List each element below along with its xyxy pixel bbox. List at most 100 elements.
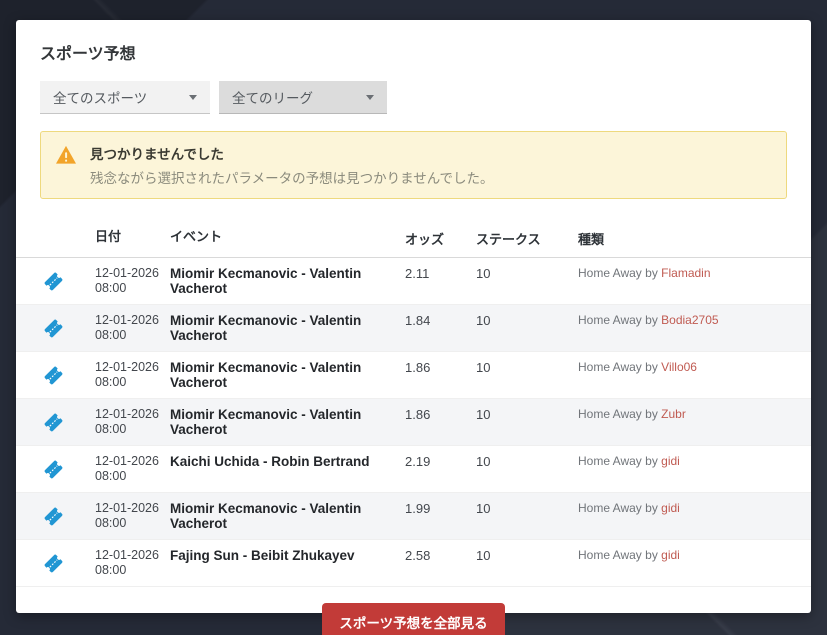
stakes-cell: 10 [476,407,491,422]
event-cell: Kaichi Uchida - Robin Bertrand [170,454,370,469]
date-text: 12-01-2026 [95,407,159,421]
date-text: 12-01-2026 [95,360,159,374]
stakes-cell: 10 [476,501,491,516]
table-row: 12-01-2026 08:00 Fajing Sun - Beibit Zhuk… [16,540,811,587]
stakes-cell: 10 [476,360,491,375]
chevron-down-icon [189,94,197,100]
username-link[interactable]: gidi [661,454,680,468]
type-prefix: Home Away by [578,407,662,421]
alert-text: 見つかりませんでした 残念ながら選択されたパラメータの予想は見つかりませんでした… [90,143,494,187]
username-link[interactable]: Zubr [661,407,686,421]
type-prefix: Home Away by [578,454,662,468]
ticket-icon [44,413,63,431]
ticket-icon [44,319,63,337]
type-cell: Home Away by gidi [578,501,811,515]
stakes-cell: 10 [476,313,491,328]
date-cell: 12-01-2026 08:00 [95,313,170,343]
table-row: 12-01-2026 08:00 Miomir Kecmanovic - Vale… [16,352,811,399]
time-text: 08:00 [95,281,127,295]
date-text: 12-01-2026 [95,266,159,280]
table-row: 12-01-2026 08:00 Miomir Kecmanovic - Vale… [16,493,811,540]
not-found-alert: 見つかりませんでした 残念ながら選択されたパラメータの予想は見つかりませんでした… [40,131,787,199]
type-prefix: Home Away by [578,360,662,374]
ticket-icon [44,460,63,478]
username-link[interactable]: Flamadin [661,266,710,280]
date-text: 12-01-2026 [95,501,159,515]
type-prefix: Home Away by [578,313,662,327]
page-title: スポーツ予想 [40,46,136,63]
ticket-icon [44,507,63,525]
date-cell: 12-01-2026 08:00 [95,454,170,484]
header-date: 日付 [95,229,122,244]
sport-filter-value: 全てのスポーツ [53,91,148,106]
event-cell: Miomir Kecmanovic - Valentin Vacherot [170,266,362,296]
type-cell: Home Away by Zubr [578,407,811,421]
type-prefix: Home Away by [578,266,662,280]
ticket-icon [44,366,63,384]
date-text: 12-01-2026 [95,454,159,468]
stakes-cell: 10 [476,266,491,281]
predictions-table: 日付 イベント オッズ ステークス 種類 12-01-2026 08:00 Mio… [16,221,811,587]
table-row: 12-01-2026 08:00 Kaichi Uchida - Robin Be… [16,446,811,493]
icon-cell [16,507,95,526]
odds-cell: 1.99 [405,501,431,516]
alert-message: 残念ながら選択されたパラメータの予想は見つかりませんでした。 [90,171,494,186]
time-text: 08:00 [95,328,127,342]
header-event: イベント [170,229,223,244]
icon-cell [16,460,95,479]
league-filter-select[interactable]: 全てのリーグ [219,81,387,114]
event-cell: Miomir Kecmanovic - Valentin Vacherot [170,501,362,531]
odds-cell: 1.86 [405,407,431,422]
icon-cell [16,319,95,338]
odds-cell: 2.19 [405,454,431,469]
time-text: 08:00 [95,516,127,530]
table-row: 12-01-2026 08:00 Miomir Kecmanovic - Vale… [16,399,811,446]
view-all-predictions-button[interactable]: スポーツ予想を全部見る [322,603,505,635]
filters-bar: 全てのスポーツ 全てのリーグ [40,81,787,114]
table-header: 日付 イベント オッズ ステークス 種類 [16,221,811,258]
card-footer: スポーツ予想を全部見る [16,603,811,635]
icon-cell [16,554,95,573]
chevron-down-icon [366,94,374,100]
time-text: 08:00 [95,563,127,577]
icon-cell [16,413,95,432]
username-link[interactable]: gidi [661,501,680,515]
icon-cell [16,272,95,291]
odds-cell: 2.58 [405,548,431,563]
event-cell: Miomir Kecmanovic - Valentin Vacherot [170,360,362,390]
table-row: 12-01-2026 08:00 Miomir Kecmanovic - Vale… [16,258,811,305]
event-cell: Miomir Kecmanovic - Valentin Vacherot [170,313,362,343]
type-cell: Home Away by gidi [578,548,811,562]
odds-cell: 1.84 [405,313,431,328]
header-stakes: ステークス [476,232,541,247]
icon-cell [16,366,95,385]
username-link[interactable]: Bodia2705 [661,313,718,327]
event-cell: Miomir Kecmanovic - Valentin Vacherot [170,407,362,437]
date-text: 12-01-2026 [95,548,159,562]
date-cell: 12-01-2026 08:00 [95,501,170,531]
table-row: 12-01-2026 08:00 Miomir Kecmanovic - Vale… [16,305,811,352]
ticket-icon [44,272,63,290]
header-odds: オッズ [405,232,445,247]
sport-filter-select[interactable]: 全てのスポーツ [40,81,210,114]
date-cell: 12-01-2026 08:00 [95,407,170,437]
type-cell: Home Away by gidi [578,454,811,468]
warning-triangle-icon [56,145,76,164]
type-cell: Home Away by Bodia2705 [578,313,811,327]
username-link[interactable]: gidi [661,548,680,562]
type-cell: Home Away by Flamadin [578,266,811,280]
odds-cell: 2.11 [405,266,430,281]
date-text: 12-01-2026 [95,313,159,327]
type-prefix: Home Away by [578,501,662,515]
date-cell: 12-01-2026 08:00 [95,360,170,390]
league-filter-value: 全てのリーグ [232,91,313,106]
odds-cell: 1.86 [405,360,431,375]
type-cell: Home Away by Villo06 [578,360,811,374]
stakes-cell: 10 [476,454,491,469]
username-link[interactable]: Villo06 [661,360,697,374]
alert-title: 見つかりませんでした [90,147,224,162]
stakes-cell: 10 [476,548,491,563]
ticket-icon [44,554,63,572]
event-cell: Fajing Sun - Beibit Zhukayev [170,548,355,563]
predictions-card: スポーツ予想 全てのスポーツ 全てのリーグ 見つかりませんでした 残念ながら選択… [16,20,811,635]
